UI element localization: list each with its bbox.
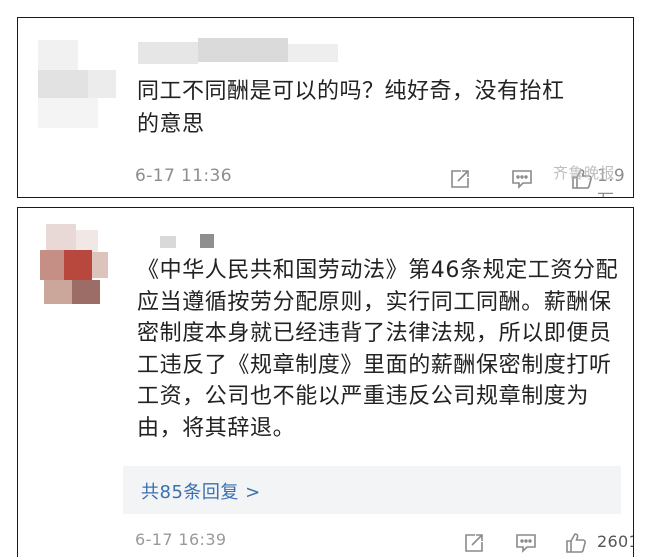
comment-text-line: 工违反了《规章制度》里面的薪酬保密制度打听: [137, 352, 612, 378]
avatar[interactable]: [40, 224, 110, 304]
comment-card: 《中华人民共和国劳动法》第46条规定工资分配 应当遵循按劳分配原则，实行同工同酬…: [17, 207, 634, 557]
watermark: 齐鲁晚报: [553, 164, 616, 182]
comment-text-line: 同工不同酬是可以的吗？纯好奇，没有抬杠: [137, 79, 565, 104]
timestamp: 6-17 11:36: [135, 166, 232, 186]
comment-footer: 6-17 16:39 2601: [135, 530, 633, 557]
share-icon[interactable]: [447, 166, 473, 192]
thumbs-up-icon[interactable]: [563, 530, 589, 556]
comment-card: 同工不同酬是可以的吗？纯好奇，没有抬杠 的意思 6-17 11:36 1.9 齐…: [17, 17, 634, 198]
comment-text-line: 工资，公司也不能以严重违反公司规章制度为: [137, 384, 590, 409]
comment-text-line: 的意思: [137, 112, 205, 137]
timestamp: 6-17 16:39: [135, 530, 227, 549]
comment-text-line: 由，将其辞退。: [137, 415, 296, 441]
username[interactable]: [138, 38, 338, 66]
comment-text: 《中华人民共和国劳动法》第46条规定工资分配 应当遵循按劳分配原则，实行同工同酬…: [137, 255, 622, 444]
avatar[interactable]: [38, 40, 118, 130]
comment-footer: 6-17 11:36 1.9万 齐鲁晚报: [135, 164, 633, 197]
comment-text-line: 密制度本身就已经违背了法律法规，所以即便员: [137, 321, 612, 346]
view-replies-link[interactable]: 共85条回复 >: [141, 478, 261, 504]
username[interactable]: [138, 234, 218, 250]
share-icon[interactable]: [461, 530, 487, 556]
comment-text-line: 《中华人民共和国劳动法》第46条规定工资分配: [137, 258, 619, 283]
comment-text-line: 应当遵循按劳分配原则，实行同工同酬。薪酬保: [137, 289, 612, 315]
comment-icon[interactable]: [509, 166, 535, 192]
comment-icon[interactable]: [513, 530, 539, 556]
comment-text: 同工不同酬是可以的吗？纯好奇，没有抬杠 的意思: [137, 75, 622, 141]
like-count: 2601: [597, 532, 633, 551]
replies-box[interactable]: 共85条回复 >: [123, 466, 621, 514]
